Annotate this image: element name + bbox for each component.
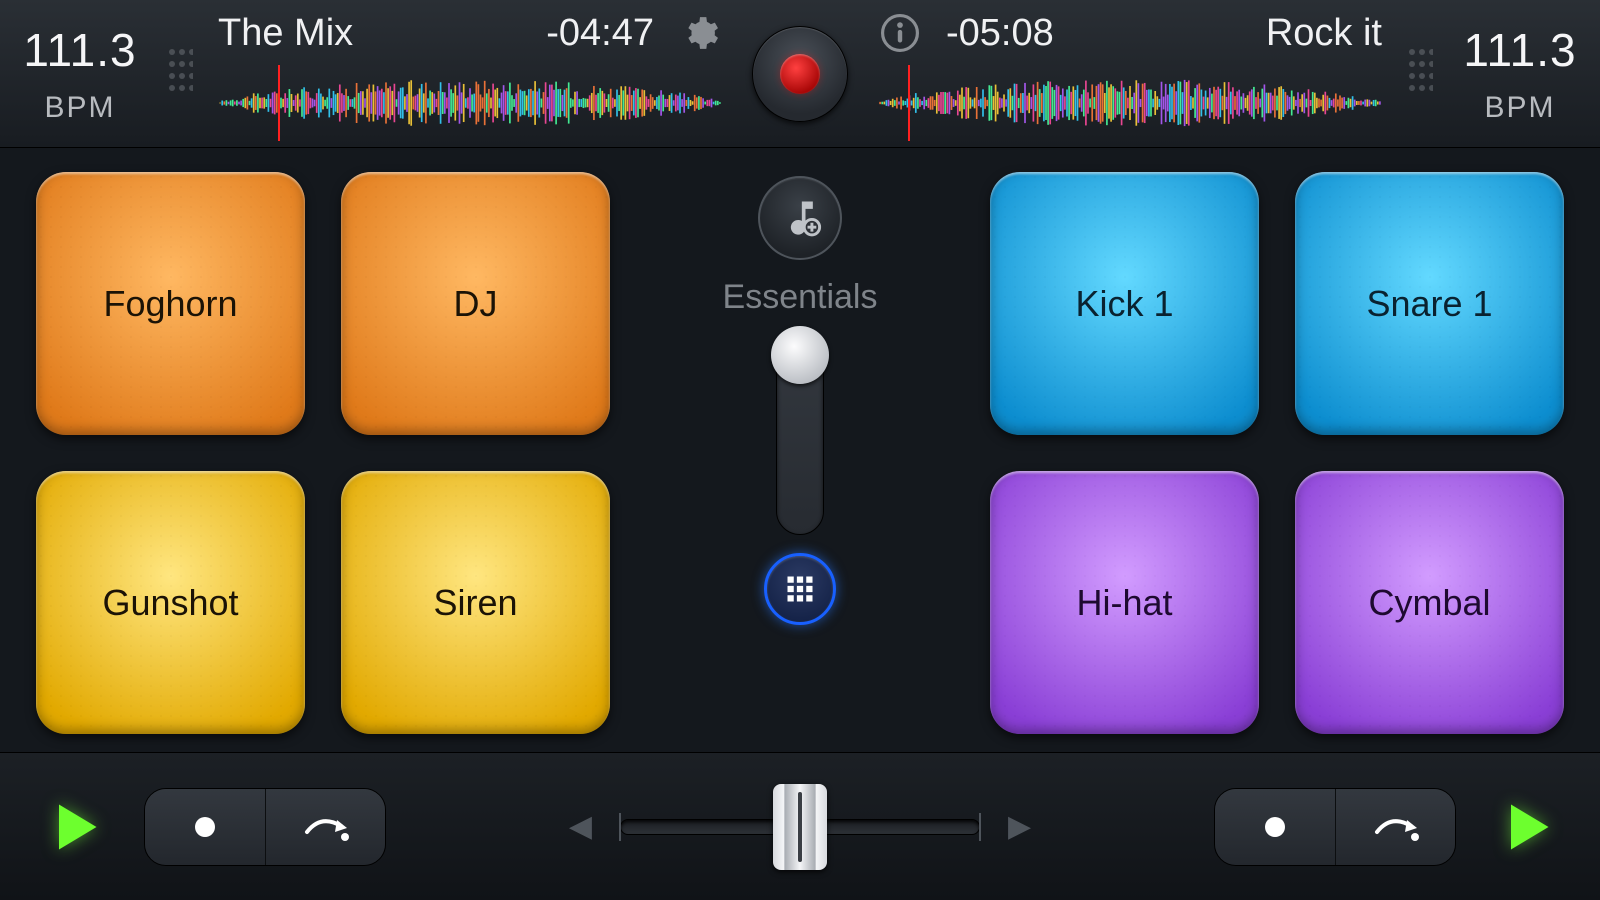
sample-pad-label: Kick 1 — [1075, 283, 1173, 325]
deck-header-left: The Mix -04:47 — [200, 0, 740, 147]
sample-pad-label: Gunshot — [102, 582, 238, 624]
sample-pad-left-2[interactable]: Gunshot — [36, 471, 305, 734]
bpm-right-value: 111.3 — [1463, 23, 1576, 77]
gear-icon[interactable] — [678, 11, 722, 55]
sample-pad-label: Siren — [433, 582, 517, 624]
bpm-left-label: BPM — [44, 91, 115, 125]
bottom-bar: ◀ ▶ — [0, 752, 1600, 900]
play-icon — [1496, 797, 1556, 857]
top-center — [740, 0, 860, 147]
bpm-left-value: 111.3 — [23, 23, 136, 77]
record-icon — [780, 54, 820, 94]
main-area: Foghorn DJ Gunshot Siren Essentials Kick 1 S… — [0, 148, 1600, 752]
sample-pad-label: Hi-hat — [1076, 582, 1172, 624]
cue-dot-icon — [192, 814, 218, 840]
playhead-right[interactable] — [908, 65, 910, 141]
play-icon — [44, 797, 104, 857]
caret-left-icon: ◀ — [569, 809, 592, 844]
transport-group-left — [144, 788, 386, 866]
center-column: Essentials — [640, 172, 960, 734]
sample-pack-label: Essentials — [723, 278, 878, 317]
record-button[interactable] — [752, 26, 848, 122]
pad-grid-left: Foghorn DJ Gunshot Siren — [36, 172, 610, 734]
deck-header-right: -05:08 Rock it — [860, 0, 1400, 147]
playhead-left[interactable] — [278, 65, 280, 141]
cue-button-right[interactable] — [1215, 789, 1335, 865]
grip-dots-right — [1400, 0, 1440, 147]
top-bar: 111.3 BPM The Mix -04:47 — [0, 0, 1600, 148]
sampler-volume-track[interactable] — [776, 335, 824, 535]
transport-group-right — [1214, 788, 1456, 866]
loop-button-right[interactable] — [1335, 789, 1455, 865]
cue-button-left[interactable] — [145, 789, 265, 865]
music-plus-icon — [778, 196, 822, 240]
deck-right-time: -05:08 — [946, 12, 1054, 55]
sample-pad-right-3[interactable]: Cymbal — [1295, 471, 1564, 734]
sample-pad-label: Foghorn — [103, 283, 237, 325]
cue-dot-icon — [1262, 814, 1288, 840]
sample-pad-left-0[interactable]: Foghorn — [36, 172, 305, 435]
loop-arrow-icon — [1371, 810, 1421, 844]
sample-pad-label: DJ — [454, 283, 498, 325]
waveform-left[interactable] — [218, 71, 722, 135]
waveform-right[interactable] — [878, 71, 1382, 135]
loop-button-left[interactable] — [265, 789, 385, 865]
grip-dots-left — [160, 0, 200, 147]
sample-pad-right-1[interactable]: Snare 1 — [1295, 172, 1564, 435]
deck-right-title[interactable]: Rock it — [1266, 12, 1382, 55]
sample-pad-left-1[interactable]: DJ — [341, 172, 610, 435]
deck-left-time: -04:47 — [546, 12, 654, 55]
add-sample-pack-button[interactable] — [758, 176, 842, 260]
crossfader-thumb[interactable] — [773, 784, 827, 870]
pad-grid-right: Kick 1 Snare 1 Hi-hat Cymbal — [990, 172, 1564, 734]
sampler-mode-button[interactable] — [764, 553, 836, 625]
bpm-right-label: BPM — [1484, 91, 1555, 125]
bpm-right[interactable]: 111.3 BPM — [1440, 0, 1600, 147]
sample-pad-label: Cymbal — [1368, 582, 1490, 624]
play-button-left[interactable] — [44, 797, 104, 857]
sample-pad-right-2[interactable]: Hi-hat — [990, 471, 1259, 734]
deck-left-title[interactable]: The Mix — [218, 12, 353, 55]
info-icon[interactable] — [878, 11, 922, 55]
sample-pad-label: Snare 1 — [1366, 283, 1492, 325]
bpm-left[interactable]: 111.3 BPM — [0, 0, 160, 147]
grid-icon — [785, 574, 815, 604]
sample-pad-right-0[interactable]: Kick 1 — [990, 172, 1259, 435]
sampler-volume-thumb[interactable] — [771, 326, 829, 384]
loop-arrow-icon — [301, 810, 351, 844]
crossfader-track[interactable] — [620, 819, 980, 835]
crossfader-area: ◀ ▶ — [426, 809, 1174, 844]
play-button-right[interactable] — [1496, 797, 1556, 857]
caret-right-icon: ▶ — [1008, 809, 1031, 844]
sample-pad-left-3[interactable]: Siren — [341, 471, 610, 734]
